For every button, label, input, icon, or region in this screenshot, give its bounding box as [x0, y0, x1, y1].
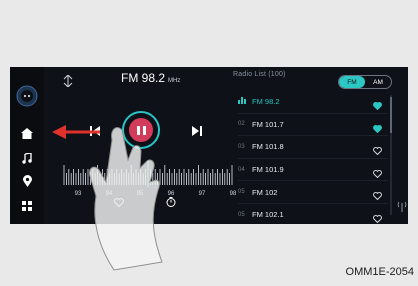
next-button[interactable] [192, 123, 202, 141]
frequency-dial[interactable]: 93 94 95 96 97 98 [60, 161, 236, 199]
music-icon [22, 152, 32, 164]
list-item[interactable]: 05 FM 102.1 [238, 204, 388, 224]
home-icon [21, 127, 33, 139]
heart-outline-icon[interactable] [373, 187, 382, 205]
dial-tick-label: 98 [230, 191, 236, 197]
list-item[interactable]: 03 FM 101.8 [238, 136, 388, 159]
list-scrollbar[interactable] [390, 95, 392, 215]
band-toggle[interactable]: FM AM [338, 75, 392, 89]
radio-list-title: Radio List (100) [233, 71, 286, 78]
list-item-name: FM 101.7 [252, 119, 284, 129]
previous-button[interactable] [90, 123, 100, 141]
list-item[interactable]: 04 FM 101.9 [238, 159, 388, 182]
assistant-icon [16, 85, 38, 107]
skip-next-icon [192, 126, 202, 136]
pause-icon [129, 118, 153, 142]
radio-screen: FM 98.2 MHz 93 94 95 96 97 98 Radio List (10 [10, 67, 408, 224]
list-item-number: 05 [238, 211, 245, 218]
band-fm-button[interactable]: FM [339, 76, 365, 88]
scan-button[interactable] [166, 194, 176, 212]
dial-tick-label: 93 [75, 191, 82, 197]
list-item-name: FM 101.8 [252, 142, 284, 152]
tune-settings-button[interactable] [62, 70, 74, 92]
scrollbar-thumb[interactable] [390, 97, 392, 133]
band-am-button[interactable]: AM [365, 76, 391, 88]
sidebar [10, 67, 44, 224]
heart-filled-icon[interactable] [373, 97, 382, 115]
antenna-signal-icon [397, 201, 407, 212]
heart-outline-icon[interactable] [373, 142, 382, 160]
list-item-name: FM 102 [252, 187, 278, 197]
list-item-number: 02 [238, 121, 245, 128]
now-playing-indicator [238, 97, 252, 106]
list-item[interactable]: 02 FM 101.7 [238, 114, 388, 137]
frequency-value: FM 98.2 [121, 71, 166, 85]
location-pin-icon [22, 175, 32, 187]
list-item-number: 03 [238, 143, 245, 150]
list-item-name: FM 98.2 [252, 97, 280, 107]
navigation-button[interactable] [10, 170, 44, 192]
home-button[interactable] [10, 122, 44, 144]
figure-code: OMM1E-2054 [345, 266, 414, 278]
list-item-name: FM 101.9 [252, 165, 284, 175]
assistant-button[interactable] [10, 81, 44, 111]
skip-previous-icon [90, 126, 100, 136]
list-item-name: FM 102.1 [252, 210, 284, 220]
list-item[interactable]: FM 98.2 [238, 91, 388, 114]
heart-outline-icon[interactable] [373, 210, 382, 224]
station-list: FM 98.2 02 FM 101.7 03 FM 101.8 04 FM 101.9 05 F… [238, 91, 388, 224]
apps-button[interactable] [10, 195, 44, 217]
current-frequency: FM 98.2 MHz [121, 71, 180, 85]
list-item-number: 04 [238, 166, 245, 173]
apps-grid-icon [22, 201, 32, 211]
favorite-button[interactable] [114, 194, 124, 212]
dial-tick-label: 94 [106, 191, 113, 197]
list-item-number: 05 [238, 189, 245, 196]
frequency-unit: MHz [168, 78, 181, 84]
timer-icon [166, 197, 176, 207]
media-button[interactable] [10, 147, 44, 169]
list-item[interactable]: 05 FM 102 [238, 181, 388, 204]
now-playing-bars-icon [238, 97, 246, 105]
play-pause-button[interactable] [122, 111, 160, 149]
dial-tick-label: 95 [137, 191, 144, 197]
heart-filled-icon[interactable] [373, 120, 382, 138]
heart-outline-icon[interactable] [373, 165, 382, 183]
heart-outline-icon [114, 198, 124, 208]
signal-indicator [396, 199, 408, 217]
dial-tick-label: 97 [199, 191, 206, 197]
tuning-icon [63, 75, 73, 87]
